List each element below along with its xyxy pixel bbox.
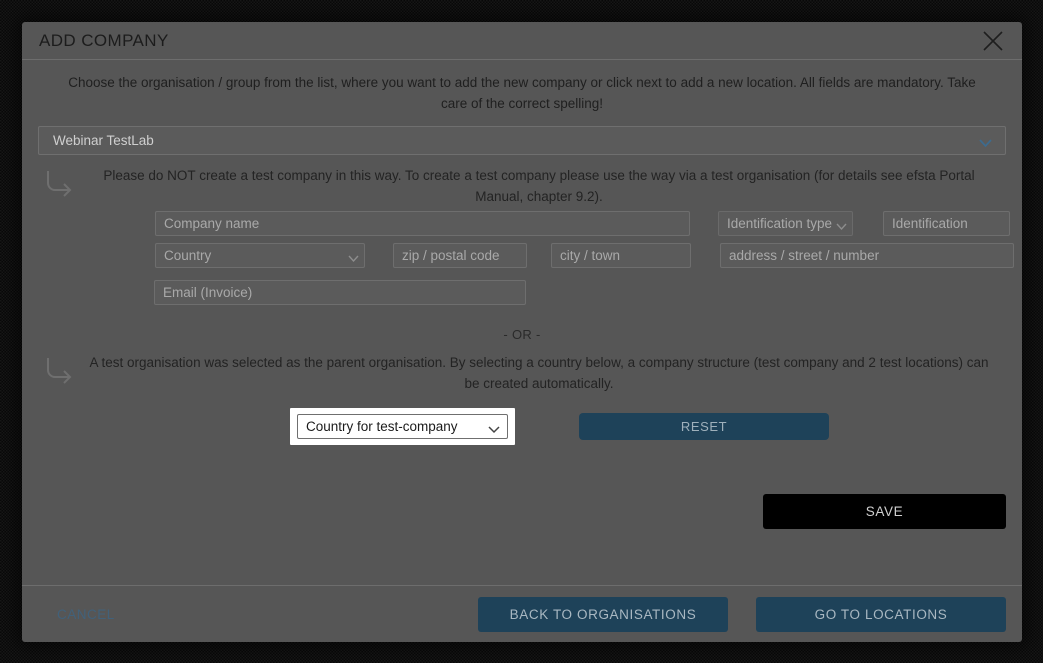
identification-type-value: Identification type: [727, 216, 833, 231]
test-country-select[interactable]: Country for test-company: [297, 414, 508, 439]
page-title: ADD COMPANY: [39, 30, 169, 50]
save-button[interactable]: SAVE: [763, 494, 1006, 529]
arrow-turn-down-right-icon: [36, 165, 82, 199]
company-hint-text: Please do NOT create a test company in t…: [103, 168, 975, 204]
organisation-select-value: Webinar TestLab: [53, 133, 154, 148]
company-form: Company name Identification type Identif…: [22, 207, 1022, 305]
test-hint-text: A test organisation was selected as the …: [89, 355, 989, 391]
zip-input[interactable]: zip / postal code: [393, 243, 527, 268]
city-input[interactable]: city / town: [551, 243, 691, 268]
chevron-down-icon: [488, 422, 500, 437]
dialog-header: ADD COMPANY: [22, 22, 1022, 60]
reset-button[interactable]: RESET: [579, 413, 829, 440]
test-country-select-focus-ring: Country for test-company: [290, 408, 515, 445]
chevron-down-icon: [836, 219, 847, 234]
city-placeholder: city / town: [560, 248, 621, 263]
identification-input[interactable]: Identification: [883, 211, 1010, 236]
cancel-button[interactable]: CANCEL: [57, 607, 115, 622]
footer-actions: BACK TO ORGANISATIONS GO TO LOCATIONS: [478, 596, 1006, 632]
zip-placeholder: zip / postal code: [402, 248, 500, 263]
close-icon[interactable]: [978, 26, 1008, 56]
country-select-value: Country: [164, 248, 212, 263]
test-hint-row: A test organisation was selected as the …: [22, 342, 1022, 394]
form-row-3: Email (Invoice): [154, 280, 1022, 305]
form-row-2: Country zip / postal code city / town ad…: [155, 243, 1022, 268]
add-company-dialog: ADD COMPANY Choose the organisation / gr…: [22, 22, 1022, 642]
organisation-select[interactable]: Webinar TestLab: [38, 126, 1006, 155]
email-invoice-input[interactable]: Email (Invoice): [154, 280, 526, 305]
save-button-row: SAVE: [22, 494, 1022, 529]
company-name-input[interactable]: Company name: [155, 211, 690, 236]
organisation-select-wrapper: Webinar TestLab: [38, 126, 1006, 155]
or-separator: - OR -: [503, 327, 541, 342]
form-row-1: Company name Identification type Identif…: [155, 211, 1022, 236]
address-input[interactable]: address / street / number: [720, 243, 1014, 268]
screen: ADD COMPANY Choose the organisation / gr…: [0, 0, 1043, 663]
chevron-down-icon: [348, 251, 359, 266]
company-name-placeholder: Company name: [164, 216, 260, 231]
email-placeholder: Email (Invoice): [163, 285, 253, 300]
arrow-turn-down-right-icon: [36, 352, 82, 386]
country-select[interactable]: Country: [155, 243, 365, 268]
test-company-controls: Country for test-company RESET: [22, 408, 1022, 445]
dialog-instructions: Choose the organisation / group from the…: [68, 75, 976, 111]
back-to-organisations-button[interactable]: BACK TO ORGANISATIONS: [478, 596, 728, 632]
dialog-footer: CANCEL BACK TO ORGANISATIONS GO TO LOCAT…: [22, 585, 1022, 642]
go-to-locations-button[interactable]: GO TO LOCATIONS: [756, 596, 1006, 632]
identification-placeholder: Identification: [892, 216, 968, 231]
address-placeholder: address / street / number: [729, 248, 880, 263]
company-hint-row: Please do NOT create a test company in t…: [22, 155, 1022, 207]
test-country-select-value: Country for test-company: [306, 419, 458, 434]
identification-type-select[interactable]: Identification type: [718, 211, 853, 236]
